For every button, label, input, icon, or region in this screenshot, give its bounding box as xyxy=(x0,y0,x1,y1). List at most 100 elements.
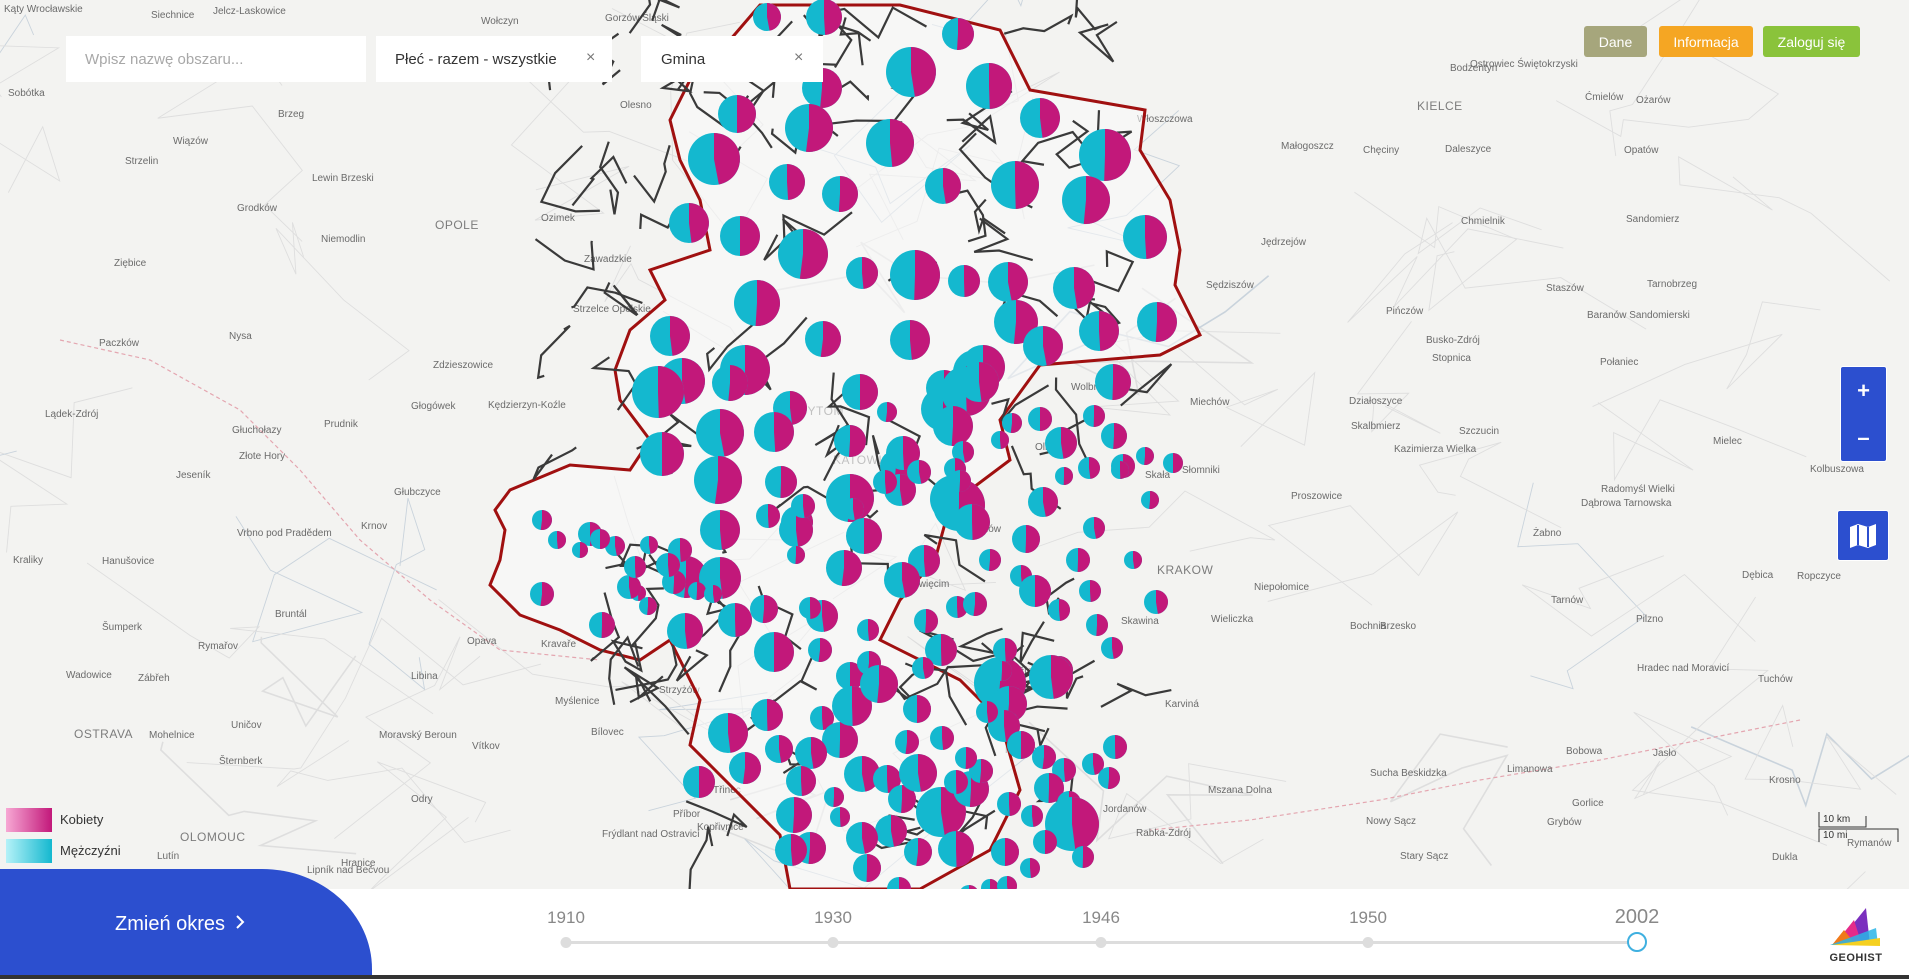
gmina-pie-chart[interactable] xyxy=(966,63,1012,109)
gmina-pie-chart[interactable] xyxy=(895,730,919,754)
gmina-pie-chart[interactable] xyxy=(1103,735,1128,759)
gmina-pie-chart[interactable] xyxy=(1029,655,1073,699)
gmina-pie-chart[interactable] xyxy=(1002,413,1022,433)
gmina-pie-chart[interactable] xyxy=(718,95,756,133)
timeline-handle[interactable] xyxy=(1627,932,1647,952)
gmina-pie-chart[interactable] xyxy=(808,638,832,662)
gmina-pie-chart[interactable] xyxy=(1032,745,1056,769)
gmina-pie-chart[interactable] xyxy=(954,504,990,540)
gmina-pie-chart[interactable] xyxy=(842,498,865,520)
gmina-pie-chart[interactable] xyxy=(1048,599,1070,621)
zoom-in-button[interactable]: + xyxy=(1841,367,1886,414)
gmina-pie-chart[interactable] xyxy=(857,619,880,641)
gmina-pie-chart[interactable] xyxy=(590,529,610,549)
gmina-pie-chart[interactable] xyxy=(1101,423,1128,450)
gmina-pie-chart[interactable] xyxy=(779,513,814,547)
gmina-pie-chart[interactable] xyxy=(933,406,974,447)
timeline-year-dot[interactable] xyxy=(560,937,572,948)
gmina-pie-chart[interactable] xyxy=(799,597,822,619)
map-canvas[interactable]: Kąty Wrocławskie Siechnice Jelcz-Laskowice… xyxy=(0,0,1909,889)
gmina-pie-chart[interactable] xyxy=(667,613,704,649)
area-search-input[interactable] xyxy=(66,36,366,82)
gmina-pie-chart[interactable] xyxy=(877,402,897,422)
gmina-pie-chart[interactable] xyxy=(1124,551,1143,569)
gmina-pie-chart[interactable] xyxy=(1020,98,1061,138)
gmina-pie-chart[interactable] xyxy=(1083,405,1106,427)
gmina-pie-chart[interactable] xyxy=(884,562,920,598)
variable-select[interactable]: Płeć - razem - wszystkie × xyxy=(376,36,598,82)
gmina-pie-chart[interactable] xyxy=(959,362,1000,402)
gmina-pie-chart[interactable] xyxy=(1111,461,1130,479)
change-period-button[interactable]: Zmień okres xyxy=(0,869,372,979)
gmina-pie-chart[interactable] xyxy=(1123,215,1167,259)
gmina-pie-chart[interactable] xyxy=(683,766,715,798)
gmina-pie-chart[interactable] xyxy=(712,365,748,401)
gmina-pie-chart[interactable] xyxy=(754,632,794,672)
gmina-pie-chart[interactable] xyxy=(1078,457,1101,479)
gmina-pie-chart[interactable] xyxy=(1072,846,1095,868)
gmina-pie-chart[interactable] xyxy=(1055,467,1074,486)
gmina-pie-chart[interactable] xyxy=(1098,767,1120,789)
gmina-pie-chart[interactable] xyxy=(785,104,833,152)
geohist-logo[interactable]: GEOHIST xyxy=(1826,900,1886,966)
gmina-pie-chart[interactable] xyxy=(708,713,749,753)
gmina-pie-chart[interactable] xyxy=(938,831,974,867)
gmina-pie-chart[interactable] xyxy=(786,766,817,796)
login-button[interactable]: Zaloguj się xyxy=(1763,26,1860,57)
gmina-pie-chart[interactable] xyxy=(640,536,659,554)
gmina-pie-chart[interactable] xyxy=(822,722,859,759)
gmina-pie-chart[interactable] xyxy=(720,216,760,256)
gmina-pie-chart[interactable] xyxy=(1136,446,1155,466)
gmina-pie-chart[interactable] xyxy=(988,262,1028,302)
gmina-pie-chart[interactable] xyxy=(925,168,961,204)
gmina-pie-chart[interactable] xyxy=(775,834,808,866)
gmina-pie-chart[interactable] xyxy=(1079,311,1120,351)
gmina-pie-chart[interactable] xyxy=(765,735,793,763)
gmina-pie-chart[interactable] xyxy=(846,257,878,289)
gmina-pie-chart[interactable] xyxy=(589,612,615,638)
gmina-pie-chart[interactable] xyxy=(860,665,899,703)
region-layer[interactable] xyxy=(0,0,1909,889)
gmina-pie-chart[interactable] xyxy=(993,638,1018,662)
gmina-pie-chart[interactable] xyxy=(949,470,972,493)
timeline-year-label[interactable]: 1946 xyxy=(1082,908,1120,928)
gmina-pie-chart[interactable] xyxy=(822,176,858,212)
gmina-pie-chart[interactable] xyxy=(548,531,567,549)
gmina-pie-chart[interactable] xyxy=(787,546,806,564)
gmina-pie-chart[interactable] xyxy=(624,556,646,578)
gmina-pie-chart[interactable] xyxy=(991,161,1040,209)
gmina-pie-chart[interactable] xyxy=(756,504,781,528)
gmina-pie-chart[interactable] xyxy=(532,510,552,530)
gmina-pie-chart[interactable] xyxy=(955,747,978,770)
gmina-pie-chart[interactable] xyxy=(976,701,998,723)
map-layers-button[interactable] xyxy=(1837,510,1889,561)
gmina-pie-chart[interactable] xyxy=(997,792,1022,816)
gmina-pie-chart[interactable] xyxy=(890,320,930,360)
gmina-pie-chart[interactable] xyxy=(776,797,812,833)
timeline-year-dot[interactable] xyxy=(827,937,839,948)
gmina-pie-chart[interactable] xyxy=(948,265,980,297)
gmina-pie-chart[interactable] xyxy=(1163,453,1183,473)
gmina-pie-chart[interactable] xyxy=(632,366,685,418)
gmina-pie-chart[interactable] xyxy=(1083,517,1105,539)
gmina-pie-chart[interactable] xyxy=(1079,580,1101,602)
gmina-pie-chart[interactable] xyxy=(1095,364,1132,401)
gmina-pie-chart[interactable] xyxy=(1019,575,1051,607)
timeline-year-label[interactable]: 1930 xyxy=(814,908,852,928)
gmina-pie-chart[interactable] xyxy=(979,549,1002,572)
info-button[interactable]: Informacja xyxy=(1659,26,1753,57)
gmina-pie-chart[interactable] xyxy=(834,425,867,457)
gmina-pie-chart[interactable] xyxy=(875,814,908,847)
gmina-pie-chart[interactable] xyxy=(914,609,938,633)
gmina-pie-chart[interactable] xyxy=(886,47,937,97)
gmina-pie-chart[interactable] xyxy=(617,575,642,599)
gmina-pie-chart[interactable] xyxy=(1053,267,1095,309)
timeline-year-label[interactable]: 1950 xyxy=(1349,908,1387,928)
gmina-pie-chart[interactable] xyxy=(826,550,862,586)
timeline-year-label[interactable]: 2002 xyxy=(1615,906,1660,929)
gmina-pie-chart[interactable] xyxy=(963,592,987,616)
gmina-pie-chart[interactable] xyxy=(753,3,782,31)
gmina-pie-chart[interactable] xyxy=(846,822,879,854)
gmina-pie-chart[interactable] xyxy=(991,431,1009,449)
timeline-year-dot[interactable] xyxy=(1095,937,1107,948)
